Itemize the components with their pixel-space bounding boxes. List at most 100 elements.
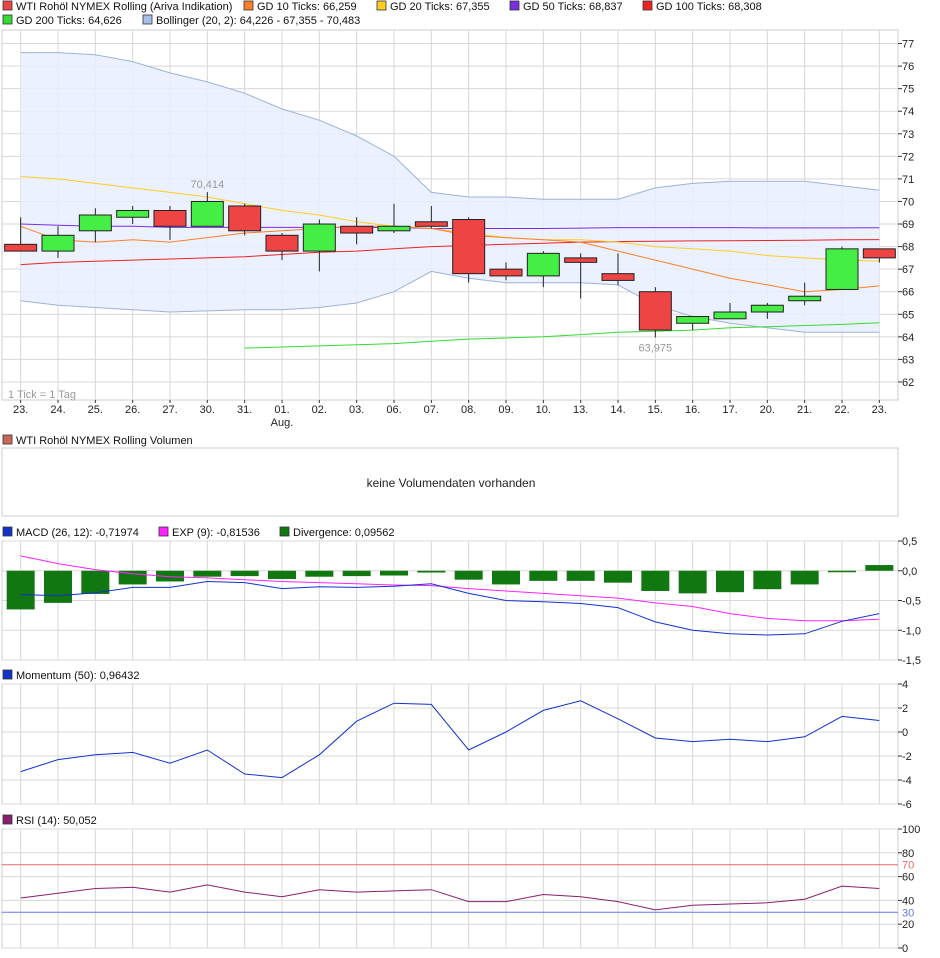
x-tick-label: 23. — [872, 404, 887, 416]
candle-up — [190, 200, 224, 227]
legend-label: Divergence: 0,09562 — [293, 527, 395, 539]
y-tick-label: 70 — [902, 196, 914, 208]
legend-label: Momentum (50): 0,96432 — [16, 670, 140, 682]
divergence-bar — [268, 570, 296, 580]
extreme-value-label: 70,414 — [191, 179, 225, 191]
x-tick-label: 30. — [200, 404, 215, 416]
candle-down — [414, 221, 448, 227]
y-tick-label: 60 — [902, 872, 914, 884]
divergence-bar — [641, 570, 670, 591]
divergence-bar — [566, 570, 595, 581]
y-tick-label: 76 — [902, 61, 914, 73]
x-tick-label: 20. — [760, 404, 775, 416]
x-tick-label: 26. — [125, 404, 140, 416]
price-panel: 62 63 64 65 66 67 68 69 70 71 72 73 74 75 76 77 70,414 63… — [1, 29, 914, 429]
y-tick-label: 69 — [902, 219, 914, 231]
divergence-bar — [865, 565, 894, 571]
y-tick-label: 100 — [902, 824, 920, 836]
y-tick-label: 64 — [902, 332, 914, 344]
legend-swatch — [2, 434, 13, 445]
legend-label: GD 100 Ticks: 68,308 — [656, 1, 762, 13]
y-tick-label: 40 — [902, 895, 914, 907]
divergence-bar — [790, 570, 819, 585]
legend-label: WTI Rohöl NYMEX Rolling (Ariva Indikatio… — [16, 1, 232, 13]
legend-label: EXP (9): -0,81536 — [172, 527, 260, 539]
y-tick-label: 0,5 — [902, 536, 917, 548]
legend-swatch — [243, 0, 254, 11]
x-tick-label: 22. — [834, 404, 849, 416]
legend-swatch — [142, 14, 153, 25]
y-tick-label: -1,5 — [902, 655, 921, 667]
y-tick-label: 62 — [902, 377, 914, 389]
legend-label: GD 50 Ticks: 68,837 — [523, 1, 623, 13]
x-tick-label: 08. — [461, 404, 476, 416]
divergence-bar — [417, 570, 446, 573]
candle-up — [41, 234, 75, 252]
x-tick-label: 24. — [50, 404, 65, 416]
divergence-bar — [81, 570, 110, 594]
candle-down — [340, 225, 374, 234]
divergence-bar — [342, 570, 371, 577]
rsi-legend: RSI (14): 50,052 — [2, 814, 97, 827]
legend-label: GD 20 Ticks: 67,355 — [390, 1, 490, 13]
panel-frame — [1, 683, 899, 805]
legend-label: MACD (26, 12): -0,71974 — [16, 527, 139, 539]
divergence-bar — [6, 570, 35, 610]
divergence-bar — [529, 570, 558, 581]
macd-legend: MACD (26, 12): -0,71974 EXP (9): -0,81536… — [2, 526, 395, 539]
candle-down — [4, 243, 38, 252]
legend-swatch — [2, 0, 13, 11]
divergence-bar — [230, 570, 259, 577]
volume-message: keine Volumendaten vorhanden — [367, 476, 536, 490]
candle-up — [788, 295, 822, 302]
x-tick-label: 14. — [610, 404, 625, 416]
candle-up — [116, 209, 150, 218]
candle-up — [377, 225, 411, 232]
divergence-bar — [716, 570, 744, 593]
legend-label: Bollinger (20, 2): 64,226 - 67,355 - 70,… — [156, 15, 360, 27]
momentum-legend: Momentum (50): 0,96432 — [2, 669, 140, 682]
legend-label: GD 10 Ticks: 66,259 — [257, 1, 357, 13]
candle-up — [78, 214, 112, 232]
legend-swatch — [2, 814, 13, 825]
legend-swatch — [2, 669, 13, 680]
y-tick-label: 71 — [902, 174, 914, 186]
divergence-bar — [305, 570, 334, 577]
legend-swatch — [158, 526, 169, 537]
y-tick-label: 20 — [902, 919, 914, 931]
legend-swatch — [642, 0, 653, 11]
legend-swatch — [279, 526, 290, 537]
y-tick-label: 66 — [902, 287, 914, 299]
candle-down — [452, 219, 486, 275]
y-tick-label: -4 — [902, 775, 912, 787]
y-tick-label: -0,5 — [902, 596, 921, 608]
y-tick-label: 75 — [902, 84, 914, 96]
candle-up — [750, 304, 784, 313]
legend-label: RSI (14): 50,052 — [16, 815, 97, 827]
x-tick-label: 25. — [88, 404, 103, 416]
x-tick-label: 07. — [424, 404, 439, 416]
y-tick-label: 67 — [902, 264, 914, 276]
main-legend: WTI Rohöl NYMEX Rolling (Ariva Indikatio… — [2, 0, 762, 27]
rsi-lower-label: 30 — [902, 907, 914, 919]
divergence-bar — [604, 570, 632, 583]
y-tick-label: 72 — [902, 151, 914, 163]
divergence-bar — [380, 570, 408, 576]
x-tick-label: 15. — [648, 404, 663, 416]
y-tick-label: 77 — [902, 39, 914, 51]
y-tick-label: 73 — [902, 129, 914, 141]
candle-up — [825, 248, 859, 290]
x-tick-label: 31. — [237, 404, 252, 416]
legend-swatch — [2, 14, 13, 25]
y-tick-label: 4 — [902, 679, 908, 691]
candle-down — [228, 205, 262, 232]
candle-down — [489, 268, 523, 277]
y-tick-label: 0,0 — [902, 566, 917, 578]
candle-up — [302, 223, 336, 252]
divergence-bar — [193, 570, 222, 577]
volume-panel: keine Volumendaten vorhanden — [1, 447, 899, 517]
x-tick-label: 13. — [573, 404, 588, 416]
candle-down — [862, 248, 896, 259]
divergence-bar — [678, 570, 707, 594]
rsi-upper-label: 70 — [902, 860, 914, 872]
